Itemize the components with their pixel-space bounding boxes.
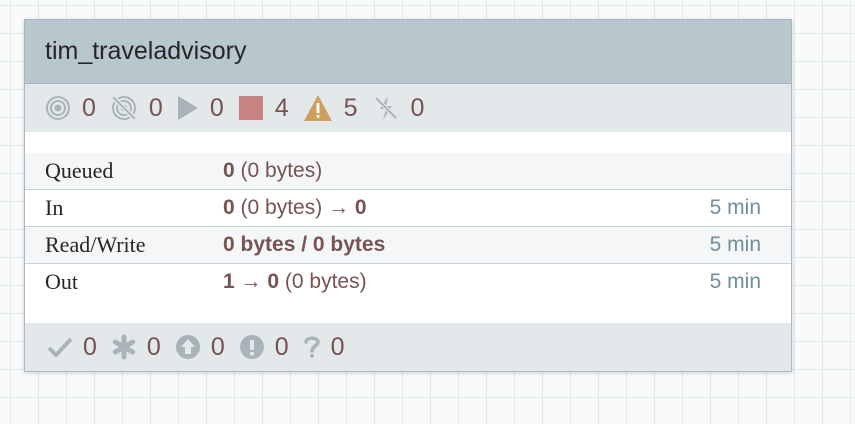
process-group-title: tim_traveladvisory (45, 37, 247, 65)
read-write-time: 5 min (709, 233, 761, 256)
read-write-amount: 0 bytes / 0 bytes (223, 233, 386, 256)
read-write-label: Read/Write (45, 232, 146, 257)
in-time: 5 min (709, 196, 761, 219)
not-transmitting-icon (111, 95, 137, 121)
disabled-stat: 0 (372, 93, 425, 123)
out-row: Out 1 → 0 (0 bytes) 5 min (25, 264, 791, 300)
play-icon (177, 96, 198, 120)
not-transmitting-stat: 0 (110, 94, 163, 123)
out-count: 1 (223, 270, 235, 293)
out-label: Out (45, 269, 78, 294)
locally-modified-stat: 0 (111, 333, 161, 362)
stop-icon (238, 96, 263, 120)
in-label: In (45, 195, 64, 220)
stopped-count: 4 (274, 93, 289, 122)
in-row: In 0 (0 bytes) → 0 5 min (25, 190, 791, 227)
modified-and-stale-count: 0 (274, 332, 289, 361)
process-group-header: tim_traveladvisory (25, 20, 791, 84)
warning-icon (303, 95, 332, 121)
sync-failure-count: 0 (330, 332, 345, 361)
arrow-up-circle-icon (175, 335, 200, 359)
disabled-icon (374, 96, 397, 120)
running-count: 0 (209, 93, 224, 122)
check-icon (47, 337, 73, 357)
not-transmitting-count: 0 (148, 93, 163, 122)
read-write-value: 0 bytes / 0 bytes (223, 233, 385, 257)
out-target: 0 (267, 270, 280, 293)
stopped-stat: 4 (238, 94, 289, 123)
in-count: 0 (223, 196, 235, 219)
component-status-bar: 0 0 0 4 5 0 (25, 84, 791, 132)
in-arrow: → (328, 196, 350, 219)
transmitting-icon (46, 96, 70, 120)
question-mark-icon (303, 336, 320, 358)
out-size: (0 bytes) (284, 270, 367, 293)
invalid-count: 5 (343, 93, 358, 122)
queued-row: Queued 0 (0 bytes) (25, 153, 791, 190)
queued-label: Queued (45, 158, 114, 183)
up-to-date-stat: 0 (47, 333, 97, 362)
invalid-stat: 5 (303, 94, 358, 123)
transmitting-stat: 0 (45, 94, 96, 123)
in-size: (0 bytes) (240, 196, 323, 219)
version-status-bar: 0 0 0 0 0 (25, 323, 791, 371)
read-write-row: Read/Write 0 bytes / 0 bytes 5 min (25, 227, 791, 264)
process-group-card[interactable]: tim_traveladvisory 0 0 0 4 5 0 Queued 0 … (24, 19, 792, 372)
asterisk-icon (112, 334, 136, 360)
locally-modified-count: 0 (146, 332, 161, 361)
queued-value: 0 (0 bytes) (223, 159, 322, 183)
out-value: 1 → 0 (0 bytes) (223, 270, 367, 294)
out-arrow: → (240, 270, 262, 293)
modified-and-stale-stat: 0 (239, 333, 289, 362)
stale-stat: 0 (175, 333, 225, 362)
exclamation-circle-icon (239, 335, 264, 359)
queued-count: 0 (223, 159, 235, 182)
disabled-count: 0 (410, 93, 425, 122)
up-to-date-count: 0 (83, 332, 97, 361)
running-stat: 0 (177, 94, 224, 123)
queued-size: (0 bytes) (240, 159, 323, 182)
transmitting-count: 0 (82, 93, 96, 122)
in-target: 0 (354, 196, 367, 219)
in-value: 0 (0 bytes) → 0 (223, 196, 367, 220)
stats-table: Queued 0 (0 bytes) In 0 (0 bytes) → 0 5 … (25, 153, 791, 300)
stale-count: 0 (210, 332, 225, 361)
sync-failure-stat: 0 (303, 333, 345, 362)
out-time: 5 min (709, 270, 761, 293)
